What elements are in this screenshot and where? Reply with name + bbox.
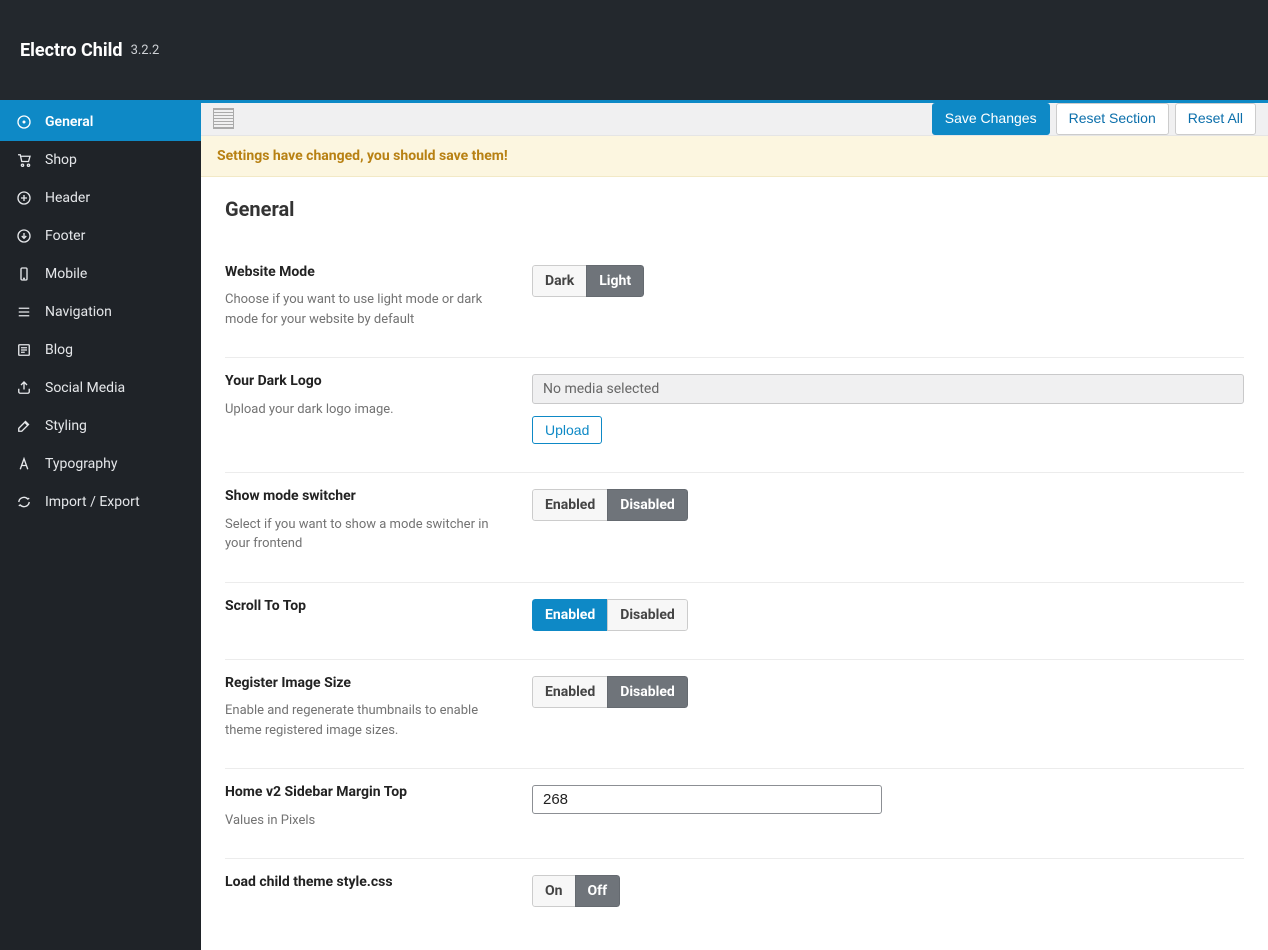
save-button-top[interactable]: Save Changes — [932, 103, 1050, 135]
theme-title: Electro Child — [20, 40, 123, 61]
top-header: Electro Child 3.2.2 — [0, 0, 1268, 103]
image-size-label: Register Image Size — [225, 674, 502, 694]
mode-switcher-disabled[interactable]: Disabled — [607, 489, 688, 521]
sidebar-item-blog[interactable]: Blog — [0, 331, 201, 369]
font-icon — [15, 455, 33, 473]
refresh-icon — [15, 493, 33, 511]
reset-all-button-top[interactable]: Reset All — [1175, 103, 1256, 135]
margin-top-desc: Values in Pixels — [225, 811, 502, 831]
expand-all-icon[interactable] — [213, 108, 234, 129]
mode-switcher-label: Show mode switcher — [225, 487, 502, 507]
website-mode-switch: Dark Light — [532, 265, 644, 297]
phone-icon — [15, 265, 33, 283]
sidebar-item-label: Import / Export — [45, 494, 140, 510]
sidebar-item-label: General — [45, 114, 93, 130]
sidebar-item-label: Typography — [45, 456, 117, 472]
sidebar-item-shop[interactable]: Shop — [0, 141, 201, 179]
image-size-disabled[interactable]: Disabled — [607, 676, 688, 708]
sidebar-item-label: Shop — [45, 152, 77, 168]
unsaved-notice: Settings have changed, you should save t… — [201, 136, 1268, 177]
margin-top-input[interactable] — [532, 785, 882, 814]
sidebar-item-label: Styling — [45, 418, 87, 434]
child-css-toggle: On Off — [532, 875, 620, 907]
sidebar-item-label: Social Media — [45, 380, 125, 396]
upload-button[interactable]: Upload — [532, 416, 602, 444]
image-size-enabled[interactable]: Enabled — [532, 676, 608, 708]
sidebar-item-label: Footer — [45, 228, 85, 244]
image-size-desc: Enable and regenerate thumbnails to enab… — [225, 701, 502, 740]
edit-icon — [15, 417, 33, 435]
dark-logo-media-field[interactable]: No media selected — [532, 374, 1244, 404]
image-size-toggle: Enabled Disabled — [532, 676, 688, 708]
content-area: Save Changes Reset Section Reset All Set… — [201, 103, 1268, 950]
child-css-off[interactable]: Off — [575, 875, 621, 907]
sidebar-item-header[interactable]: Header — [0, 179, 201, 217]
sidebar-item-label: Navigation — [45, 304, 112, 320]
sidebar-item-general[interactable]: General — [0, 103, 201, 141]
sidebar-item-footer[interactable]: Footer — [0, 217, 201, 255]
scroll-top-enabled[interactable]: Enabled — [532, 599, 608, 631]
arrow-down-circle-icon — [15, 227, 33, 245]
theme-version: 3.2.2 — [131, 43, 160, 58]
mode-switcher-desc: Select if you want to show a mode switch… — [225, 515, 502, 554]
mode-switcher-enabled[interactable]: Enabled — [532, 489, 608, 521]
sidebar-item-typography[interactable]: Typography — [0, 445, 201, 483]
child-css-label: Load child theme style.css — [225, 873, 502, 893]
toolbar-top: Save Changes Reset Section Reset All — [201, 103, 1268, 136]
sidebar-item-mobile[interactable]: Mobile — [0, 255, 201, 293]
sidebar-item-label: Mobile — [45, 266, 87, 282]
sidebar-item-label: Header — [45, 190, 90, 206]
target-icon — [15, 113, 33, 131]
cart-icon — [15, 151, 33, 169]
sidebar-item-import-export[interactable]: Import / Export — [0, 483, 201, 521]
light-option[interactable]: Light — [586, 265, 644, 297]
sidebar-item-styling[interactable]: Styling — [0, 407, 201, 445]
scroll-top-toggle: Enabled Disabled — [532, 599, 688, 631]
margin-top-label: Home v2 Sidebar Margin Top — [225, 783, 502, 803]
share-icon — [15, 379, 33, 397]
dark-logo-desc: Upload your dark logo image. — [225, 400, 502, 420]
menu-icon — [15, 303, 33, 321]
scroll-top-label: Scroll To Top — [225, 597, 502, 617]
website-mode-desc: Choose if you want to use light mode or … — [225, 290, 502, 329]
sidebar-item-label: Blog — [45, 342, 73, 358]
plus-circle-icon — [15, 189, 33, 207]
sidebar: General Shop Header Footer Mobile — [0, 103, 201, 950]
dark-option[interactable]: Dark — [532, 265, 587, 297]
section-title: General — [225, 197, 1244, 221]
website-mode-label: Website Mode — [225, 263, 502, 283]
mode-switcher-toggle: Enabled Disabled — [532, 489, 688, 521]
reset-section-button-top[interactable]: Reset Section — [1056, 103, 1169, 135]
news-icon — [15, 341, 33, 359]
sidebar-item-navigation[interactable]: Navigation — [0, 293, 201, 331]
dark-logo-label: Your Dark Logo — [225, 372, 502, 392]
child-css-on[interactable]: On — [532, 875, 576, 907]
sidebar-item-social[interactable]: Social Media — [0, 369, 201, 407]
scroll-top-disabled[interactable]: Disabled — [607, 599, 688, 631]
